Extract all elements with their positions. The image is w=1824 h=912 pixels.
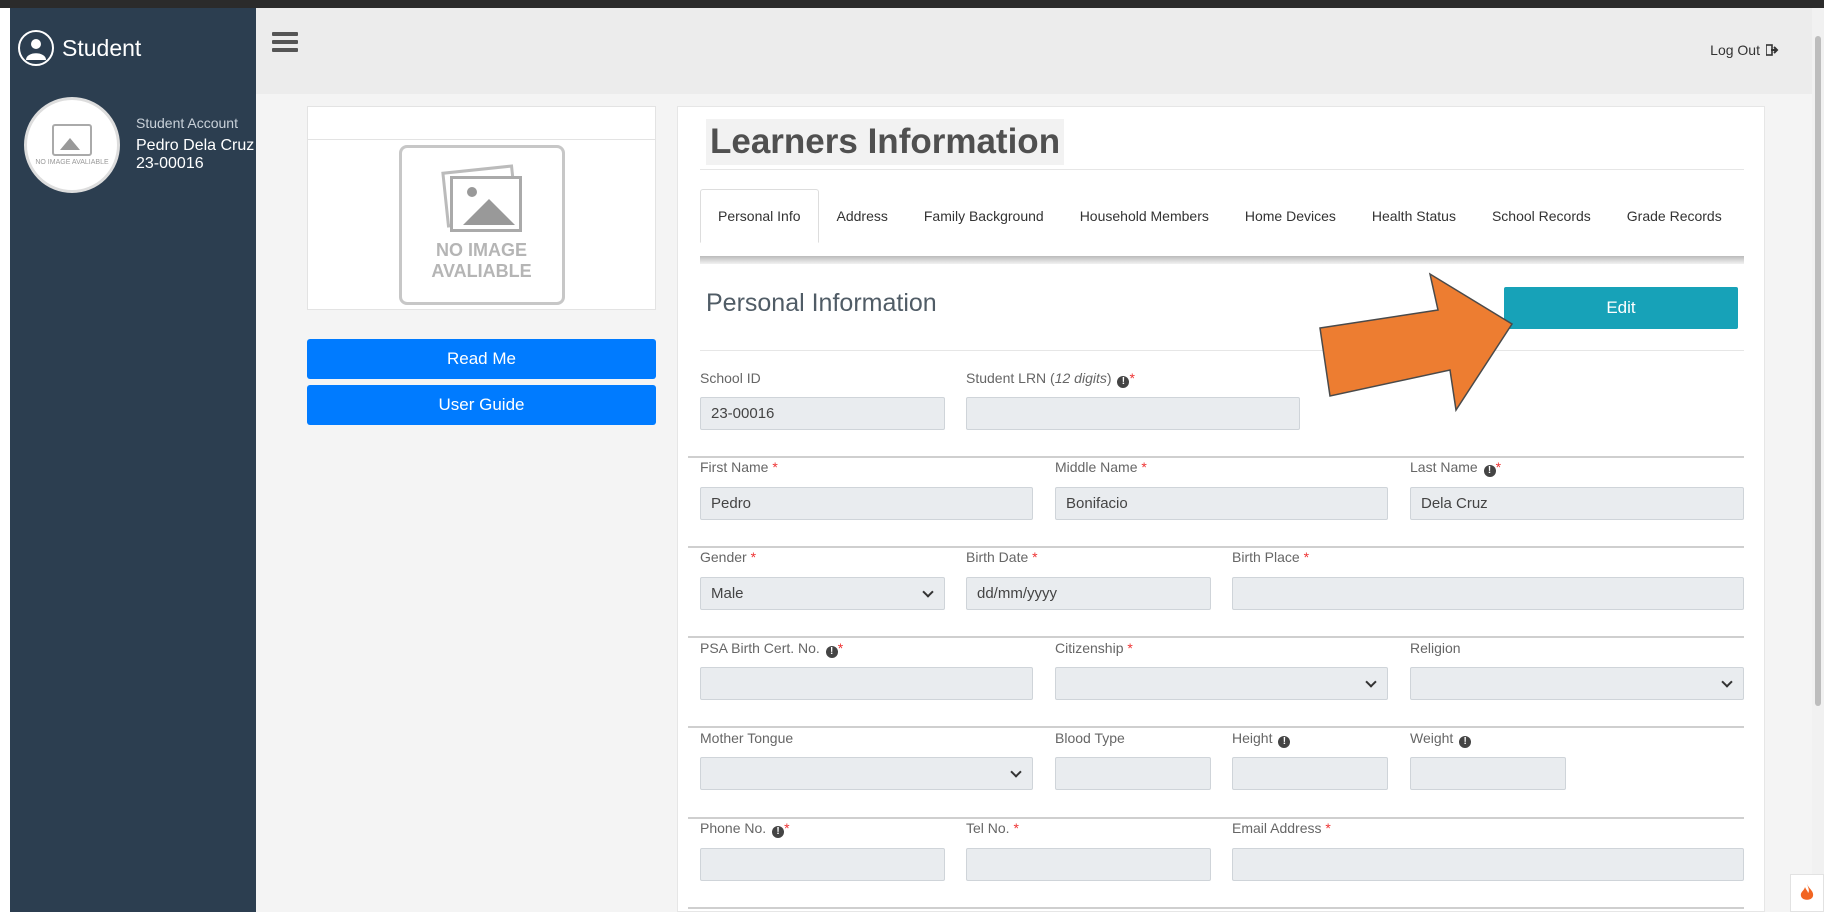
first-name-label: First Name * (700, 459, 778, 475)
info-icon: ! (825, 646, 838, 658)
blood-type-field[interactable] (1055, 757, 1211, 790)
profile-name: Pedro Dela Cruz (136, 137, 255, 154)
image-placeholder-icon (52, 123, 92, 156)
gender-label: Gender * (700, 549, 757, 565)
flame-icon[interactable] (1790, 874, 1824, 912)
row-divider (688, 456, 1744, 458)
topbar: Log Out (256, 8, 1824, 94)
school-id-field[interactable]: 23-00016 (700, 397, 945, 430)
first-name-field[interactable]: Pedro (700, 487, 1033, 520)
tel-field[interactable] (966, 848, 1211, 881)
window-left-edge (0, 8, 10, 912)
phone-field[interactable] (700, 848, 945, 881)
tel-label: Tel No. * (966, 820, 1019, 836)
email-label: Email Address * (1232, 820, 1331, 836)
photo-card: NO IMAGE AVALIABLE (307, 106, 656, 310)
tab-health-status[interactable]: Health Status (1354, 189, 1474, 243)
title-divider (700, 169, 1744, 170)
logout-label: Log Out (1710, 42, 1760, 58)
mother-tongue-label: Mother Tongue (700, 730, 794, 746)
account-role: Student Account (136, 115, 238, 131)
psa-field[interactable] (700, 667, 1033, 700)
birth-place-field[interactable] (1232, 577, 1744, 610)
info-icon: ! (1278, 736, 1291, 748)
height-label: Height ! (1232, 730, 1291, 748)
window-top-strip (0, 0, 1824, 8)
birth-place-label: Birth Place * (1232, 549, 1310, 565)
pointer-arrow-annotation (1319, 272, 1514, 413)
tab-school-records[interactable]: School Records (1474, 189, 1609, 243)
gender-select[interactable]: Male (700, 577, 945, 610)
avatar-caption: NO IMAGE AVALIABLE (35, 158, 109, 166)
menu-toggle-icon[interactable] (272, 32, 298, 52)
mother-tongue-select[interactable] (700, 757, 1033, 790)
info-icon: ! (1483, 465, 1496, 477)
no-image-text-2: AVALIABLE (431, 261, 532, 281)
weight-field[interactable] (1410, 757, 1566, 790)
photo-area: NO IMAGE AVALIABLE (308, 139, 655, 310)
religion-label: Religion (1410, 640, 1461, 656)
profile-id: 23-00016 (136, 155, 204, 172)
tab-address[interactable]: Address (819, 189, 906, 243)
birth-date-field[interactable]: dd/mm/yyyy (966, 577, 1211, 610)
info-icon: ! (1459, 736, 1472, 748)
birth-date-label: Birth Date * (966, 549, 1038, 565)
section-title: Personal Information (706, 289, 937, 317)
info-tabs: Personal Info Address Family Background … (700, 189, 1740, 243)
tab-household-members[interactable]: Household Members (1062, 189, 1227, 243)
tab-grade-records[interactable]: Grade Records (1609, 189, 1740, 243)
read-me-button[interactable]: Read Me (307, 339, 656, 379)
school-id-label: School ID (700, 370, 761, 386)
last-name-label: Last Name ! * (1410, 459, 1502, 477)
citizenship-label: Citizenship * (1055, 640, 1133, 656)
sidebar: Student NO IMAGE AVALIABLE Student Accou… (10, 8, 256, 912)
sign-out-icon (1766, 44, 1779, 56)
weight-label: Weight ! (1410, 730, 1472, 748)
avatar: NO IMAGE AVALIABLE (24, 97, 120, 193)
profile-info: Student Account Pedro Dela Cruz 23-00016 (136, 97, 254, 193)
chevron-down-icon (922, 585, 934, 598)
row-divider (688, 546, 1744, 548)
lrn-label: Student LRN (12 digits) ! * (966, 370, 1135, 388)
phone-label: Phone No. ! * (700, 820, 790, 838)
citizenship-select[interactable] (1055, 667, 1388, 700)
psa-label: PSA Birth Cert. No. ! * (700, 640, 844, 658)
no-image-text-1: NO IMAGE (435, 240, 527, 260)
page-scrollbar[interactable] (1812, 8, 1824, 912)
row-divider (688, 907, 1744, 909)
tab-personal-info[interactable]: Personal Info (700, 189, 819, 243)
logout-link[interactable]: Log Out (1710, 42, 1780, 58)
chevron-down-icon (1010, 765, 1022, 778)
last-name-field[interactable]: Dela Cruz (1410, 487, 1744, 520)
edit-button[interactable]: Edit (1504, 287, 1738, 329)
info-icon: ! (772, 826, 785, 838)
brand[interactable]: Student (18, 30, 141, 66)
height-field[interactable] (1232, 757, 1388, 790)
religion-select[interactable] (1410, 667, 1744, 700)
brand-label: Student (62, 34, 142, 61)
middle-name-label: Middle Name * (1055, 459, 1147, 475)
row-divider (688, 636, 1744, 638)
user-guide-button[interactable]: User Guide (307, 385, 656, 425)
tab-home-devices[interactable]: Home Devices (1227, 189, 1354, 243)
email-field[interactable] (1232, 848, 1744, 881)
user-circle-icon (18, 30, 54, 66)
lrn-field[interactable] (966, 397, 1300, 430)
chevron-down-icon (1365, 675, 1377, 688)
info-icon: ! (1117, 376, 1130, 388)
middle-name-field[interactable]: Bonifacio (1055, 487, 1388, 520)
profile-block: NO IMAGE AVALIABLE Student Account Pedro… (24, 97, 254, 193)
row-divider (688, 817, 1744, 819)
blood-type-label: Blood Type (1055, 730, 1125, 746)
tab-divider (700, 256, 1744, 264)
learners-info-card: Learners Information Personal Info Addre… (677, 106, 1765, 912)
chevron-down-icon (1721, 675, 1733, 688)
tab-family-background[interactable]: Family Background (906, 189, 1062, 243)
no-image-placeholder: NO IMAGE AVALIABLE (398, 145, 565, 305)
image-placeholder-icon (440, 164, 522, 232)
page-title: Learners Information (706, 119, 1065, 165)
row-divider (688, 726, 1744, 728)
section-divider (700, 350, 1744, 351)
